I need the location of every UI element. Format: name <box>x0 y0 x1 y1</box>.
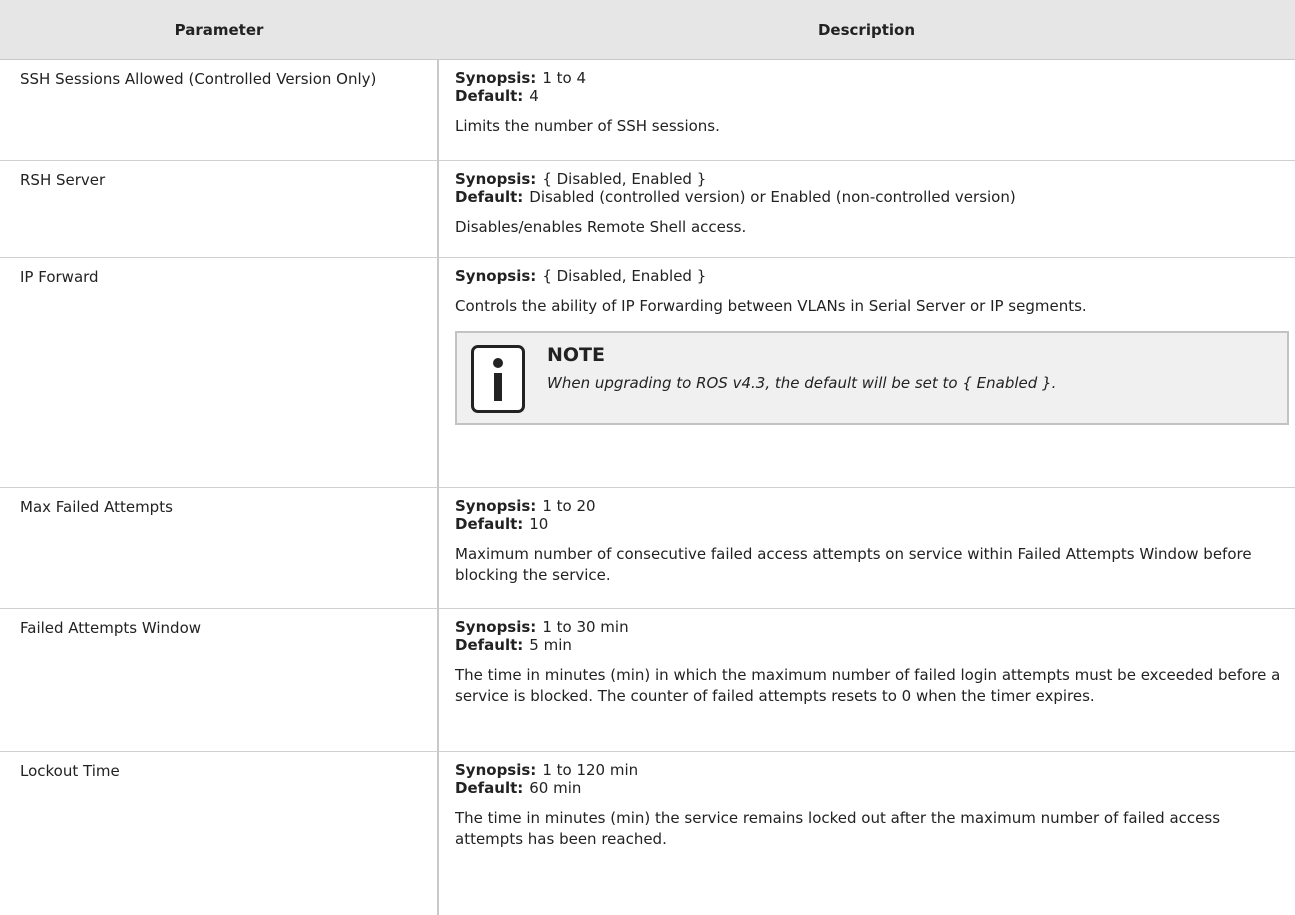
synopsis-line: Synopsis: 1 to 30 min <box>455 618 1289 636</box>
default-value: 5 min <box>529 636 572 654</box>
note-box: NOTE When upgrading to ROS v4.3, the def… <box>455 331 1289 425</box>
synopsis-label: Synopsis: <box>455 497 537 515</box>
synopsis-label: Synopsis: <box>455 170 537 188</box>
parameter-cell: Lockout Time <box>0 751 439 915</box>
header-parameter: Parameter <box>0 0 438 60</box>
default-line: Default: 5 min <box>455 636 1289 654</box>
default-label: Default: <box>455 87 524 105</box>
table-row: Lockout Time Synopsis: 1 to 120 min Defau… <box>0 751 1295 915</box>
table-row: Failed Attempts Window Synopsis: 1 to 30 … <box>0 608 1295 752</box>
synopsis-value: 1 to 20 <box>542 497 596 515</box>
synopsis-label: Synopsis: <box>455 761 537 779</box>
description-cell: Synopsis:{ Disabled, Enabled } Default: D… <box>438 160 1295 258</box>
description-text: Maximum number of consecutive failed acc… <box>455 545 1252 584</box>
default-line: Default: Disabled (controlled version) or… <box>455 188 1289 206</box>
parameter-cell: Failed Attempts Window <box>0 608 439 752</box>
synopsis-value: 1 to 4 <box>542 69 586 87</box>
parameter-cell: RSH Server <box>0 160 439 258</box>
synopsis-line: Synopsis: 1 to 20 <box>455 497 1289 515</box>
synopsis-label: Synopsis: <box>455 618 537 636</box>
parameter-cell: SSH Sessions Allowed (Controlled Version… <box>0 59 439 161</box>
table-row: RSH Server Synopsis: { Disabled, Enabled … <box>0 160 1295 258</box>
synopsis-label: Synopsis: <box>455 267 537 285</box>
default-line: Default: 10 <box>455 515 1289 533</box>
parameter-cell: Max Failed Attempts <box>0 487 439 609</box>
synopsis-label: Synopsis: <box>455 69 537 87</box>
description-cell: Synopsis: 1 to 30 min Default: 5 min The t… <box>438 608 1295 752</box>
info-icon-bar <box>494 373 502 401</box>
synopsis-value: 1 to 120 min <box>542 761 639 779</box>
synopsis-line: Synopsis: 1 to 120 min <box>455 761 1289 779</box>
parameter-cell: IP Forward <box>0 257 439 488</box>
default-value: 10 <box>529 515 549 533</box>
description-text: The time in minutes (min) in which the m… <box>455 666 1281 705</box>
default-label: Default: <box>455 515 524 533</box>
default-line: Default: 60 min <box>455 779 1289 797</box>
table-row: SSH Sessions Allowed (Controlled Version… <box>0 59 1295 161</box>
table-row: IP Forward Synopsis: { Disabled, Enabled … <box>0 257 1295 488</box>
description-cell: Synopsis: 1 to 4 Default: 4 Limits the num… <box>438 59 1295 161</box>
synopsis-line: Synopsis: { Disabled, Enabled } <box>455 267 1289 285</box>
default-label: Default: <box>455 636 524 654</box>
description-text: Limits the number of SSH sessions. <box>455 117 720 135</box>
note-title: NOTE <box>547 344 605 366</box>
description-cell: Synopsis: 1 to 20 Default: 10 Maximum numb… <box>438 487 1295 609</box>
default-label: Default: <box>455 188 524 206</box>
note-text: When upgrading to ROS v4.3, the default … <box>547 374 1057 392</box>
description-text: The time in minutes (min) the service re… <box>455 809 1221 848</box>
synopsis-value: { Disabled, Enabled } <box>542 170 707 188</box>
description-cell: Synopsis: { Disabled, Enabled } Controls … <box>438 257 1295 488</box>
info-icon <box>471 345 525 413</box>
default-value: 4 <box>529 87 539 105</box>
table-row: Max Failed Attempts Synopsis: 1 to 20 Def… <box>0 487 1295 609</box>
synopsis-line: Synopsis: { Disabled, Enabled } <box>455 170 1289 188</box>
default-value: Disabled (controlled version) or Enabled… <box>529 188 1016 206</box>
synopsis-line: Synopsis: 1 to 4 <box>455 69 1289 87</box>
parameters-table: Parameter Description SSH Sessions Allow… <box>0 0 1295 915</box>
table-header-row: Parameter Description <box>0 0 1295 60</box>
description-text: Disables/enables Remote Shell access. <box>455 218 747 236</box>
info-icon-dot <box>493 358 503 368</box>
default-line: Default: 4 <box>455 87 1289 105</box>
description-cell: Synopsis: 1 to 120 min Default: 60 min The… <box>438 752 1295 915</box>
header-description: Description <box>438 0 1295 60</box>
default-label: Default: <box>455 779 524 797</box>
default-value: 60 min <box>529 779 582 797</box>
synopsis-value: { Disabled, Enabled } <box>542 267 707 285</box>
description-text: Controls the ability of IP Forwarding be… <box>455 297 1087 315</box>
synopsis-value: 1 to 30 min <box>542 618 629 636</box>
